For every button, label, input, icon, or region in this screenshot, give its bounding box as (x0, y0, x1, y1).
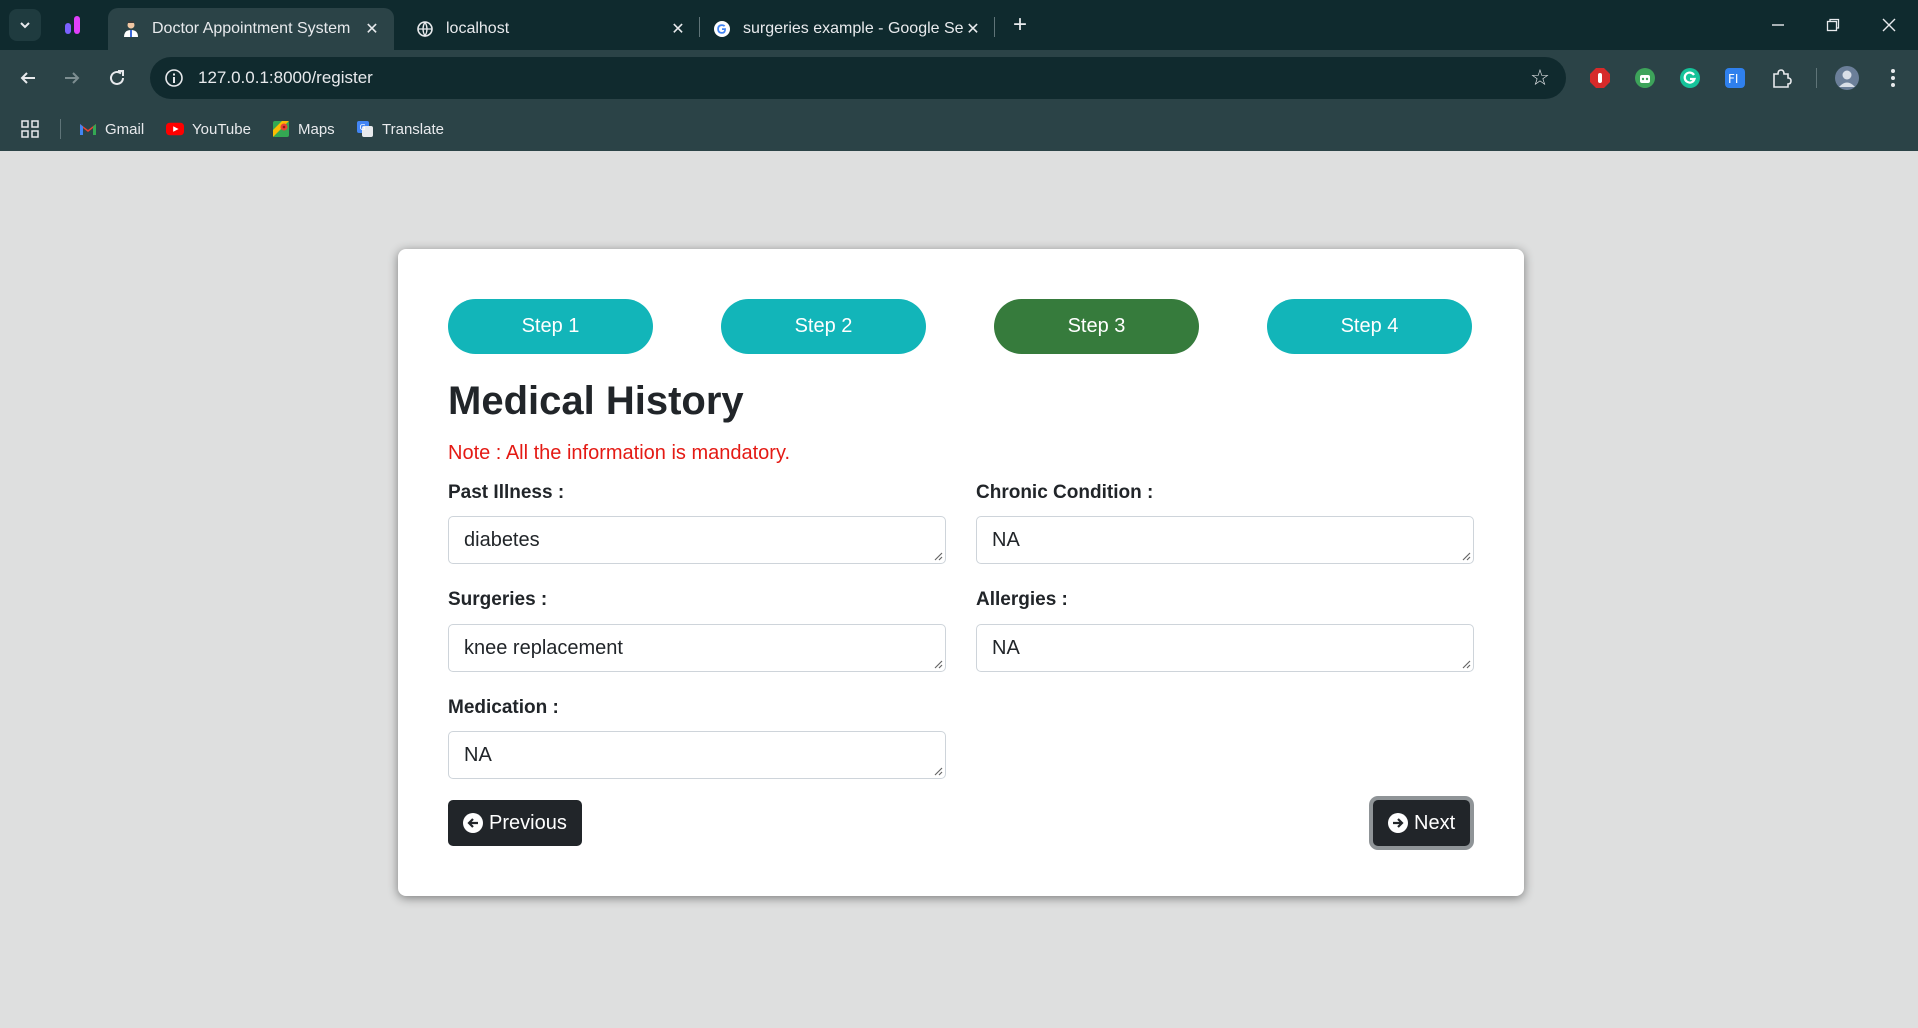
tab-title: Doctor Appointment System (152, 20, 351, 37)
tab-divider (699, 17, 700, 37)
bookmark-label: Translate (382, 120, 444, 138)
bookmark-label: YouTube (192, 120, 251, 138)
grammarly-extension-icon[interactable] (1677, 65, 1703, 91)
previous-button[interactable]: Previous (448, 800, 582, 846)
tab-title: surgeries example - Google Sea (743, 20, 963, 37)
address-bar[interactable]: 127.0.0.1:8000/register ☆ (150, 57, 1566, 99)
back-button[interactable] (12, 62, 44, 94)
chevron-down-icon (20, 22, 30, 29)
surgeries-label: Surgeries : (448, 589, 548, 610)
reload-icon (110, 70, 124, 85)
past-illness-value: diabetes (464, 528, 540, 551)
resize-grip-icon[interactable] (931, 549, 943, 561)
bookmark-label: Gmail (105, 120, 145, 138)
toolbar-divider (1816, 68, 1817, 88)
allergies-field[interactable]: NA (976, 624, 1474, 672)
medication-label: Medication : (448, 697, 559, 718)
restore-icon[interactable] (1819, 12, 1847, 38)
translate-icon: G (356, 120, 374, 138)
surgeries-field[interactable]: knee replacement (448, 624, 946, 672)
minimize-icon[interactable] (1764, 12, 1792, 38)
apps-grid-icon[interactable] (20, 118, 40, 140)
bookmark-star-icon[interactable]: ☆ (1526, 64, 1554, 92)
bookmark-translate[interactable]: G Translate (356, 118, 444, 140)
robot-extension-icon[interactable] (1632, 65, 1658, 91)
allergies-label: Allergies : (976, 589, 1068, 610)
close-window-icon[interactable] (1875, 12, 1903, 38)
resize-grip-icon[interactable] (931, 764, 943, 776)
bookmark-label: Maps (298, 120, 335, 138)
past-illness-field[interactable]: diabetes (448, 516, 946, 564)
site-info-icon[interactable] (162, 66, 186, 90)
next-button-label: Next (1414, 811, 1456, 834)
chronic-condition-label: Chronic Condition : (976, 482, 1154, 503)
surgeries-value: knee replacement (464, 636, 623, 659)
globe-icon (416, 20, 434, 38)
adblock-extension-icon[interactable] (1587, 65, 1613, 91)
arrow-circle-left-icon (463, 813, 483, 833)
youtube-icon (166, 120, 184, 138)
address-text[interactable]: 127.0.0.1:8000/register (198, 68, 1526, 88)
next-button[interactable]: Next (1373, 800, 1471, 846)
kebab-menu-icon[interactable] (1880, 65, 1906, 91)
step-4-button[interactable]: Step 4 (1267, 299, 1472, 354)
tab-localhost[interactable]: localhost ✕ (414, 8, 688, 50)
browser-toolbar: 127.0.0.1:8000/register ☆ FI (0, 50, 1918, 107)
page-title: Medical History (448, 379, 744, 423)
close-tab-icon[interactable]: ✕ (362, 19, 382, 39)
step-1-button[interactable]: Step 1 (448, 299, 653, 354)
close-tab-icon[interactable]: ✕ (963, 19, 983, 39)
bookmark-gmail[interactable]: Gmail (79, 118, 144, 140)
tab-bar: Doctor Appointment System ✕ localhost ✕ … (0, 0, 1918, 50)
extensions-puzzle-icon[interactable] (1768, 65, 1794, 91)
chronic-condition-value: NA (992, 528, 1020, 551)
tab-search-button[interactable] (9, 9, 41, 41)
resize-grip-icon[interactable] (1459, 549, 1471, 561)
allergies-value: NA (992, 636, 1020, 659)
arrow-left-icon (20, 72, 35, 84)
past-illness-label: Past Illness : (448, 482, 565, 503)
tab-google-search[interactable]: surgeries example - Google Sea ✕ (713, 8, 983, 50)
resize-grip-icon[interactable] (931, 657, 943, 669)
reload-button[interactable] (101, 62, 133, 94)
close-tab-icon[interactable]: ✕ (668, 19, 688, 39)
chronic-condition-field[interactable]: NA (976, 516, 1474, 564)
previous-button-label: Previous (489, 811, 567, 834)
maps-icon (272, 120, 290, 138)
step-2-button[interactable]: Step 2 (721, 299, 926, 354)
arrow-circle-right-icon (1388, 813, 1408, 833)
medication-field[interactable]: NA (448, 731, 946, 779)
forward-button[interactable] (56, 62, 88, 94)
svg-text:G: G (360, 123, 366, 132)
arrow-right-icon (65, 72, 80, 84)
new-tab-button[interactable]: + (1006, 12, 1034, 40)
bookmark-maps[interactable]: Maps (272, 118, 335, 140)
bookmarks-bar: Gmail YouTube Maps G Translate (0, 107, 1918, 151)
tab-title: localhost (446, 20, 510, 37)
medication-value: NA (464, 743, 492, 766)
step-3-button[interactable]: Step 3 (994, 299, 1199, 354)
mandatory-note: Note : All the information is mandatory. (448, 442, 791, 464)
registration-card: Step 1 Step 2 Step 3 Step 4 Medical Hist… (398, 249, 1524, 896)
bookmarks-divider (60, 119, 61, 139)
svg-text:FI: FI (1728, 72, 1738, 86)
tab-divider (994, 17, 995, 37)
profile-avatar[interactable] (1834, 65, 1860, 91)
google-icon (713, 20, 731, 38)
doctor-icon (122, 20, 140, 38)
app-logo-icon[interactable] (62, 14, 84, 36)
tab-doctor-appointment[interactable]: Doctor Appointment System ✕ (108, 8, 394, 50)
gmail-icon (79, 120, 97, 138)
resize-grip-icon[interactable] (1459, 657, 1471, 669)
fi-extension-icon[interactable]: FI (1722, 65, 1748, 91)
bookmark-youtube[interactable]: YouTube (166, 118, 251, 140)
